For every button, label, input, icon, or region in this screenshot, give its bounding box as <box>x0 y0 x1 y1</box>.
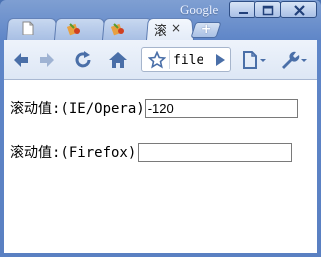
favicon-icon <box>67 23 80 36</box>
page-icon <box>243 51 266 69</box>
favicon-icon <box>111 23 124 36</box>
bookmark-star-icon[interactable] <box>148 51 166 69</box>
reload-button[interactable] <box>72 49 94 71</box>
back-button[interactable] <box>10 49 32 71</box>
browser-window: Google 滚动 × + <box>0 0 321 257</box>
wrench-menu-button[interactable] <box>278 49 310 71</box>
plus-icon: + <box>200 22 212 37</box>
browser-toolbar <box>4 40 317 80</box>
firefox-scroll-field[interactable] <box>138 142 293 162</box>
go-button[interactable] <box>209 49 231 71</box>
home-button[interactable] <box>107 49 129 71</box>
page-menu-button[interactable] <box>240 49 270 71</box>
url-input[interactable] <box>173 51 203 69</box>
firefox-row: 滚动值:(Firefox) <box>10 142 293 162</box>
firefox-label: 滚动值:(Firefox) <box>10 145 137 161</box>
active-tab-title: 滚动 <box>154 24 166 39</box>
omnibox-divider <box>169 50 170 69</box>
play-arrow-icon <box>216 54 225 66</box>
ie-opera-row: 滚动值:(IE/Opera) <box>10 98 298 118</box>
ie-opera-label: 滚动值:(IE/Opera) <box>10 101 145 117</box>
forward-arrow-icon <box>40 53 54 67</box>
new-tab-button[interactable]: + <box>190 22 222 38</box>
back-arrow-icon <box>14 53 28 67</box>
tab-close-button[interactable]: × <box>171 21 181 35</box>
document-icon <box>22 21 34 35</box>
home-icon <box>109 52 127 68</box>
page-content: 滚动值:(IE/Opera) 滚动值:(Firefox) <box>4 80 317 253</box>
wrench-icon <box>282 51 307 69</box>
ie-opera-scroll-field[interactable] <box>144 98 298 118</box>
reload-icon <box>75 51 91 68</box>
forward-button[interactable] <box>36 49 58 71</box>
